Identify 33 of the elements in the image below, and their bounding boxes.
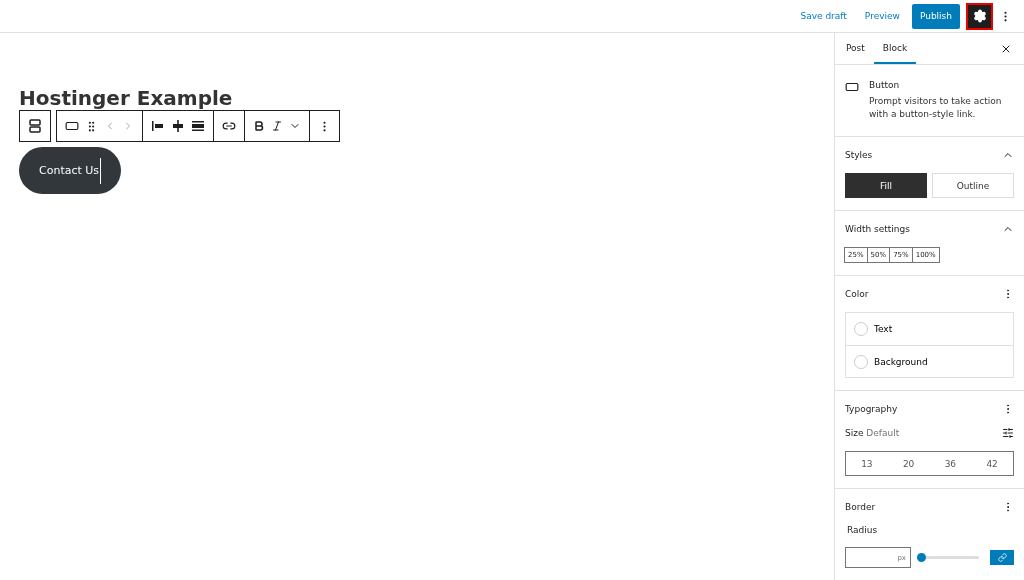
align-left-icon[interactable] [151, 119, 165, 133]
size-label: Size Default [845, 428, 900, 438]
block-parent-icon[interactable] [28, 118, 42, 134]
sidebar-tab[interactable]: Post [837, 33, 874, 64]
section-title: Styles [845, 150, 873, 160]
publish-button[interactable]: Publish [911, 3, 960, 29]
style-option[interactable]: Outline [932, 173, 1014, 198]
bold-icon[interactable] [253, 120, 265, 132]
link-icon[interactable] [222, 119, 236, 133]
italic-icon[interactable] [271, 120, 283, 132]
block-name: Button [869, 80, 901, 90]
sliders-icon[interactable] [1002, 427, 1014, 439]
button-block-icon [845, 80, 859, 94]
save-draft-button[interactable]: Save draft [794, 7, 853, 25]
post-title[interactable]: Hostinger Example [19, 87, 233, 109]
radius-label: Radius [846, 525, 879, 535]
section-title: Border [845, 502, 876, 512]
slider-thumb[interactable] [917, 553, 926, 562]
style-option[interactable]: Fill [845, 173, 927, 198]
preview-button[interactable]: Preview [858, 7, 906, 25]
block-description: Prompt visitors to take action with a button-style link. [869, 95, 1003, 121]
settings-button[interactable] [966, 2, 993, 30]
link-icon [997, 553, 1007, 562]
section-title: Typography [845, 404, 898, 414]
button-block-icon[interactable] [65, 119, 79, 133]
section-title: Width settings [845, 224, 910, 234]
contact-button[interactable]: Contact Us [19, 147, 122, 194]
radius-slider[interactable] [917, 553, 979, 562]
section-title: Color [845, 289, 869, 299]
settings-icon [972, 9, 987, 23]
align-center-icon[interactable] [171, 119, 185, 133]
align-wide-icon[interactable] [191, 119, 205, 133]
sidebar-tab[interactable]: Block [873, 33, 917, 64]
